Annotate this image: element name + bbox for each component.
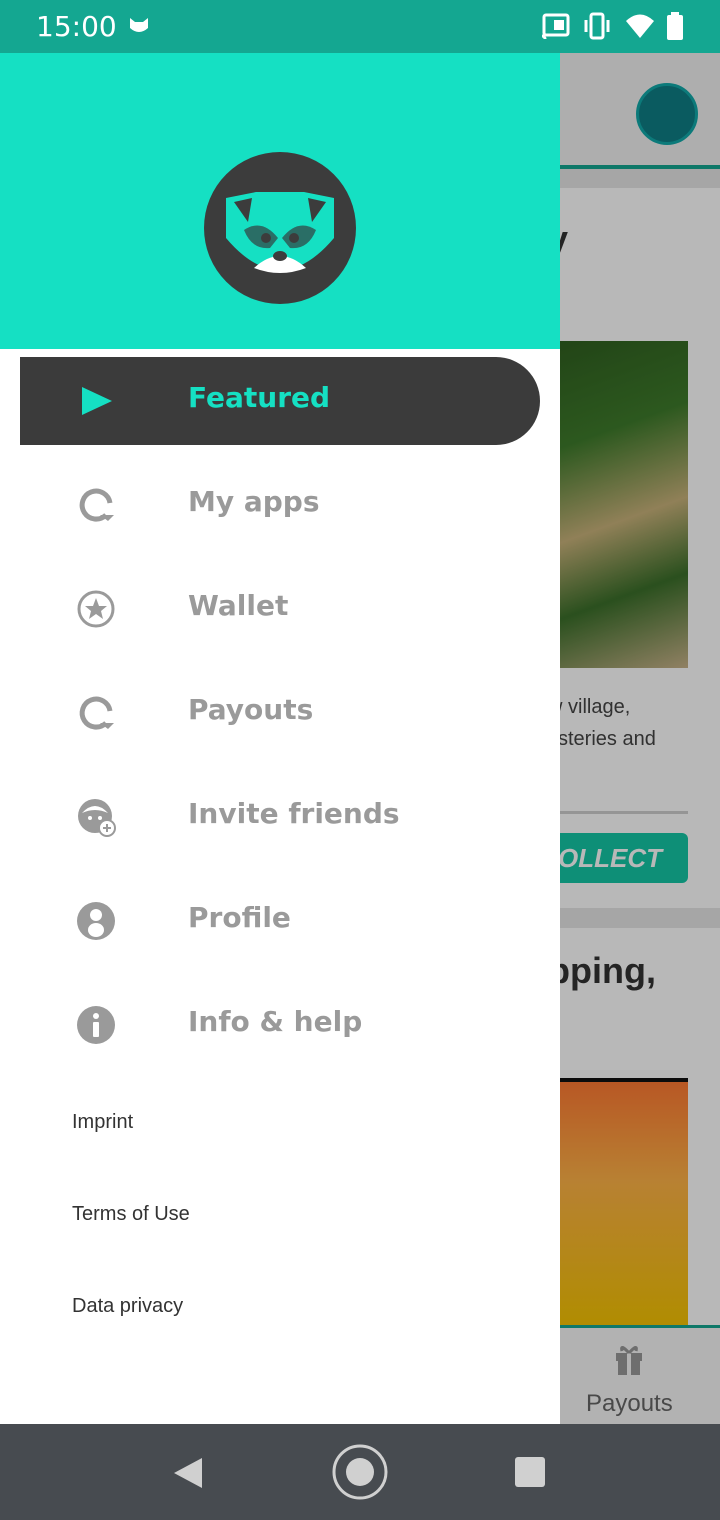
refresh-icon	[79, 696, 114, 730]
raccoon-logo	[204, 152, 356, 304]
home-icon[interactable]	[331, 1443, 389, 1501]
menu-item-payouts[interactable]: Payouts	[20, 669, 540, 757]
menu-item-label: Info & help	[188, 1005, 363, 1038]
imprint-link[interactable]: Imprint	[72, 1111, 133, 1134]
status-bar: 15:00	[0, 0, 720, 53]
menu-item-label: Profile	[188, 901, 291, 934]
face-plus-icon	[78, 799, 116, 837]
person-circle-icon	[77, 902, 115, 940]
refresh-icon	[79, 488, 114, 522]
navigation-drawer: Featured My apps Wallet Payouts Invite f…	[0, 53, 560, 1424]
star-circle-icon	[77, 590, 115, 628]
menu-item-label: Invite friends	[188, 797, 400, 830]
drawer-header	[0, 53, 560, 349]
info-icon	[77, 1006, 115, 1044]
menu-item-label: Payouts	[188, 693, 314, 726]
data-privacy-link[interactable]: Data privacy	[72, 1295, 183, 1318]
menu-item-info-help[interactable]: Info & help	[20, 981, 540, 1069]
menu-item-profile[interactable]: Profile	[20, 877, 540, 965]
menu-item-invite-friends[interactable]: Invite friends	[20, 773, 540, 861]
system-nav-bar	[0, 1424, 720, 1520]
play-icon	[82, 387, 112, 415]
menu-item-label: Featured	[188, 381, 331, 414]
status-time: 15:00	[36, 10, 117, 43]
wifi-icon	[626, 14, 654, 38]
menu-item-label: Wallet	[188, 589, 289, 622]
menu-item-wallet[interactable]: Wallet	[20, 565, 540, 653]
menu-item-featured[interactable]: Featured	[20, 357, 540, 445]
cast-icon	[541, 13, 570, 40]
raccoon-icon	[226, 192, 334, 273]
battery-icon	[667, 12, 683, 40]
recents-icon[interactable]	[514, 1456, 546, 1488]
vibrate-icon	[584, 12, 610, 40]
raccoon-notification-icon	[130, 18, 148, 32]
back-icon[interactable]	[172, 1456, 204, 1490]
menu-item-my-apps[interactable]: My apps	[20, 461, 540, 549]
menu-item-label: My apps	[188, 485, 320, 518]
terms-of-use-link[interactable]: Terms of Use	[72, 1203, 190, 1226]
